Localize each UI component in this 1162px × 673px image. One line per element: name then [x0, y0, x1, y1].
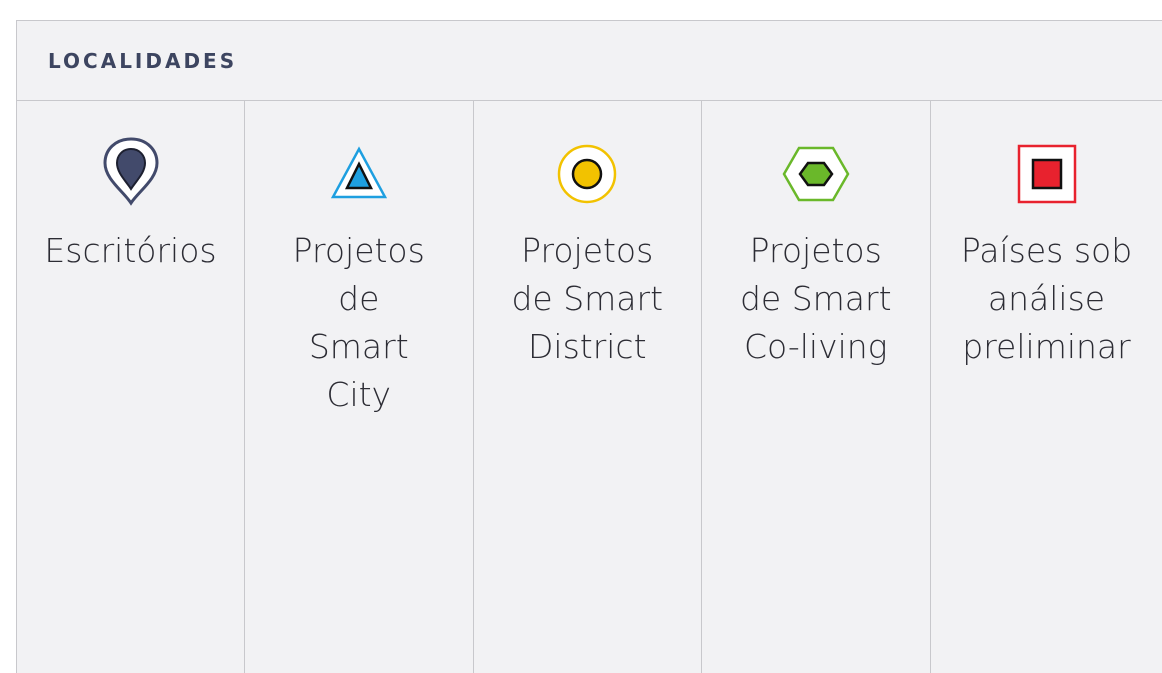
legend-title: LOCALIDADES: [48, 48, 238, 73]
legend-item-label: Escritórios: [44, 231, 217, 270]
legend-item-countries-analysis: Países sob análise preliminar: [931, 101, 1162, 673]
circle-icon: [552, 135, 622, 207]
legend-panel: LOCALIDADES Escritórios Projetos de Smar…: [16, 20, 1162, 673]
legend-item-offices: Escritórios: [17, 101, 245, 673]
map-pin-icon: [96, 135, 166, 207]
legend-item-smart-district: Projetos de Smart District: [474, 101, 702, 673]
legend-item-label: Projetos de Smart Co-living: [739, 231, 892, 366]
legend-header: LOCALIDADES: [17, 21, 1162, 101]
hexagon-icon: [781, 135, 851, 207]
legend-item-label: Projetos de Smart District: [511, 231, 664, 366]
triangle-icon: [324, 135, 394, 207]
legend-item-label: Projetos de Smart City: [292, 231, 425, 414]
square-icon: [1012, 135, 1082, 207]
legend-item-label: Países sob análise preliminar: [960, 231, 1133, 366]
legend-item-smart-city: Projetos de Smart City: [245, 101, 474, 673]
legend-columns: Escritórios Projetos de Smart City Proje…: [17, 101, 1162, 673]
legend-item-smart-coliving: Projetos de Smart Co-living: [702, 101, 931, 673]
